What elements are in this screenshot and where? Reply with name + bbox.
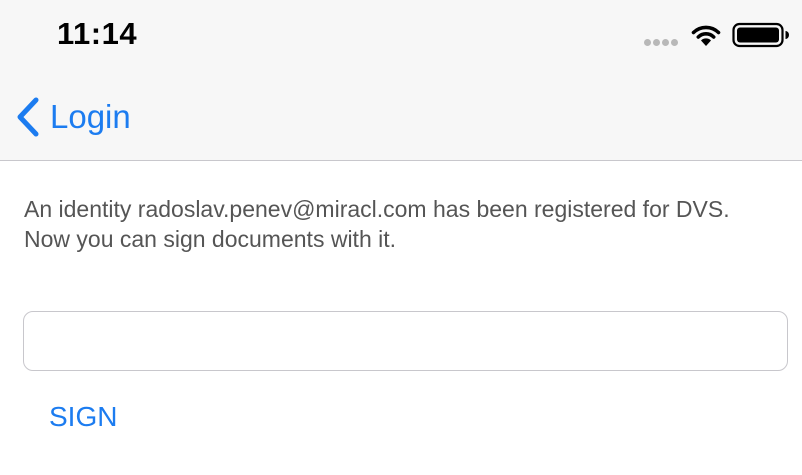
sign-button[interactable]: SIGN bbox=[49, 399, 117, 435]
chevron-left-icon bbox=[17, 97, 39, 137]
signal-dots-icon bbox=[644, 39, 678, 46]
screen: 11:14 Login An identity radoslav.penev@m… bbox=[0, 0, 802, 475]
status-time: 11:14 bbox=[57, 16, 138, 51]
top-bar: 11:14 Login bbox=[0, 0, 802, 161]
back-button[interactable]: Login bbox=[14, 94, 131, 140]
registration-message: An identity radoslav.penev@miracl.com ha… bbox=[24, 196, 730, 252]
battery-icon bbox=[732, 22, 789, 48]
wifi-icon bbox=[691, 25, 721, 46]
back-button-label: Login bbox=[50, 98, 131, 135]
document-input[interactable] bbox=[23, 311, 788, 371]
